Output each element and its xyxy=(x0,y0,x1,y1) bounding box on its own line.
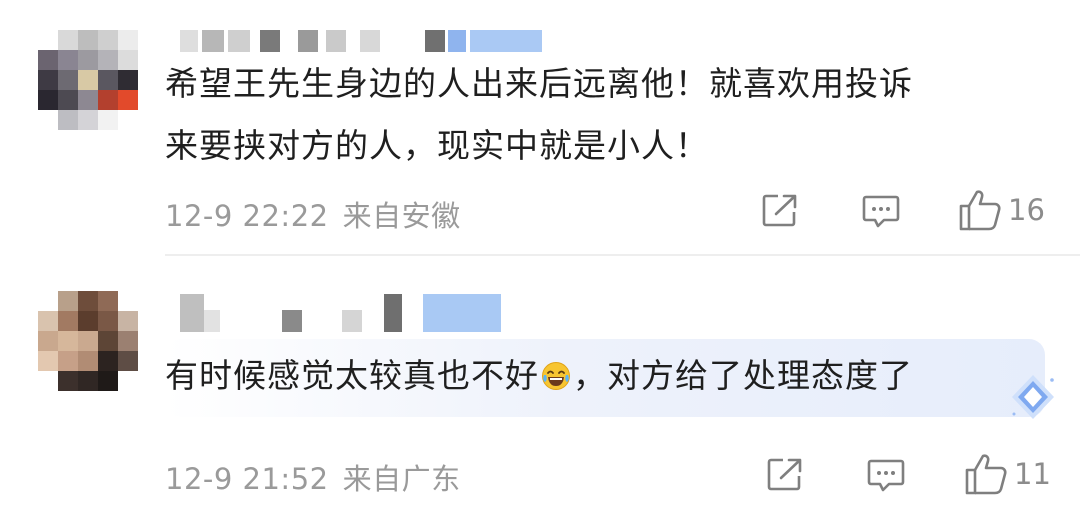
comment-text-line: 有时候感觉太较真也不好 ，对方给了处理态度了 xyxy=(165,345,1045,407)
comment-date: 12-9 22:22 xyxy=(165,199,329,233)
laugh-cry-emoji xyxy=(542,362,570,390)
like-button[interactable]: 11 xyxy=(964,452,1051,496)
comment-icon xyxy=(867,459,905,492)
comment-text: 有时候感觉太较真也不好 ，对方给了处理态度了 xyxy=(165,345,1045,407)
thumbs-up-icon xyxy=(965,454,1007,495)
comment-text-line: 希望王先生身边的人出来后远离他！就喜欢用投诉 xyxy=(165,64,913,103)
comment-item: 有时候感觉太较真也不好 ，对方给了处理态度了 12-9 21:52 来自广东 1… xyxy=(0,256,1080,514)
comment-location: 来自安徽 xyxy=(342,199,461,233)
share-button[interactable] xyxy=(762,193,798,227)
comment-date: 12-9 21:52 xyxy=(165,462,329,496)
diamond-badge-icon xyxy=(1012,375,1054,419)
comment-text-part: ，对方给了处理态度了 xyxy=(573,356,913,395)
comment-button[interactable] xyxy=(862,194,900,230)
like-button[interactable]: 16 xyxy=(958,188,1045,232)
username[interactable] xyxy=(180,30,550,52)
thumbs-up-icon xyxy=(959,190,1001,231)
avatar[interactable] xyxy=(38,30,138,130)
comment-location: 来自广东 xyxy=(342,462,461,496)
like-count: 11 xyxy=(1014,457,1051,491)
comment-text-part: 有时候感觉太较真也不好 xyxy=(165,356,539,395)
like-count: 16 xyxy=(1008,193,1045,227)
comment-icon xyxy=(862,195,900,228)
comment-text: 希望王先生身边的人出来后远离他！就喜欢用投诉 来要挟对方的人，现实中就是小人！ xyxy=(165,53,1045,177)
share-icon xyxy=(762,194,797,227)
comment-meta: 12-9 22:22 来自安徽 xyxy=(165,193,461,235)
comment-item: 希望王先生身边的人出来后远离他！就喜欢用投诉 来要挟对方的人，现实中就是小人！ … xyxy=(0,0,1080,255)
comment-meta: 12-9 21:52 来自广东 xyxy=(165,456,461,498)
share-icon xyxy=(767,458,802,491)
avatar[interactable] xyxy=(38,291,138,391)
username[interactable] xyxy=(180,294,510,332)
comment-button[interactable] xyxy=(867,458,905,494)
share-button[interactable] xyxy=(767,457,803,491)
comment-text-line: 来要挟对方的人，现实中就是小人！ xyxy=(165,126,709,165)
